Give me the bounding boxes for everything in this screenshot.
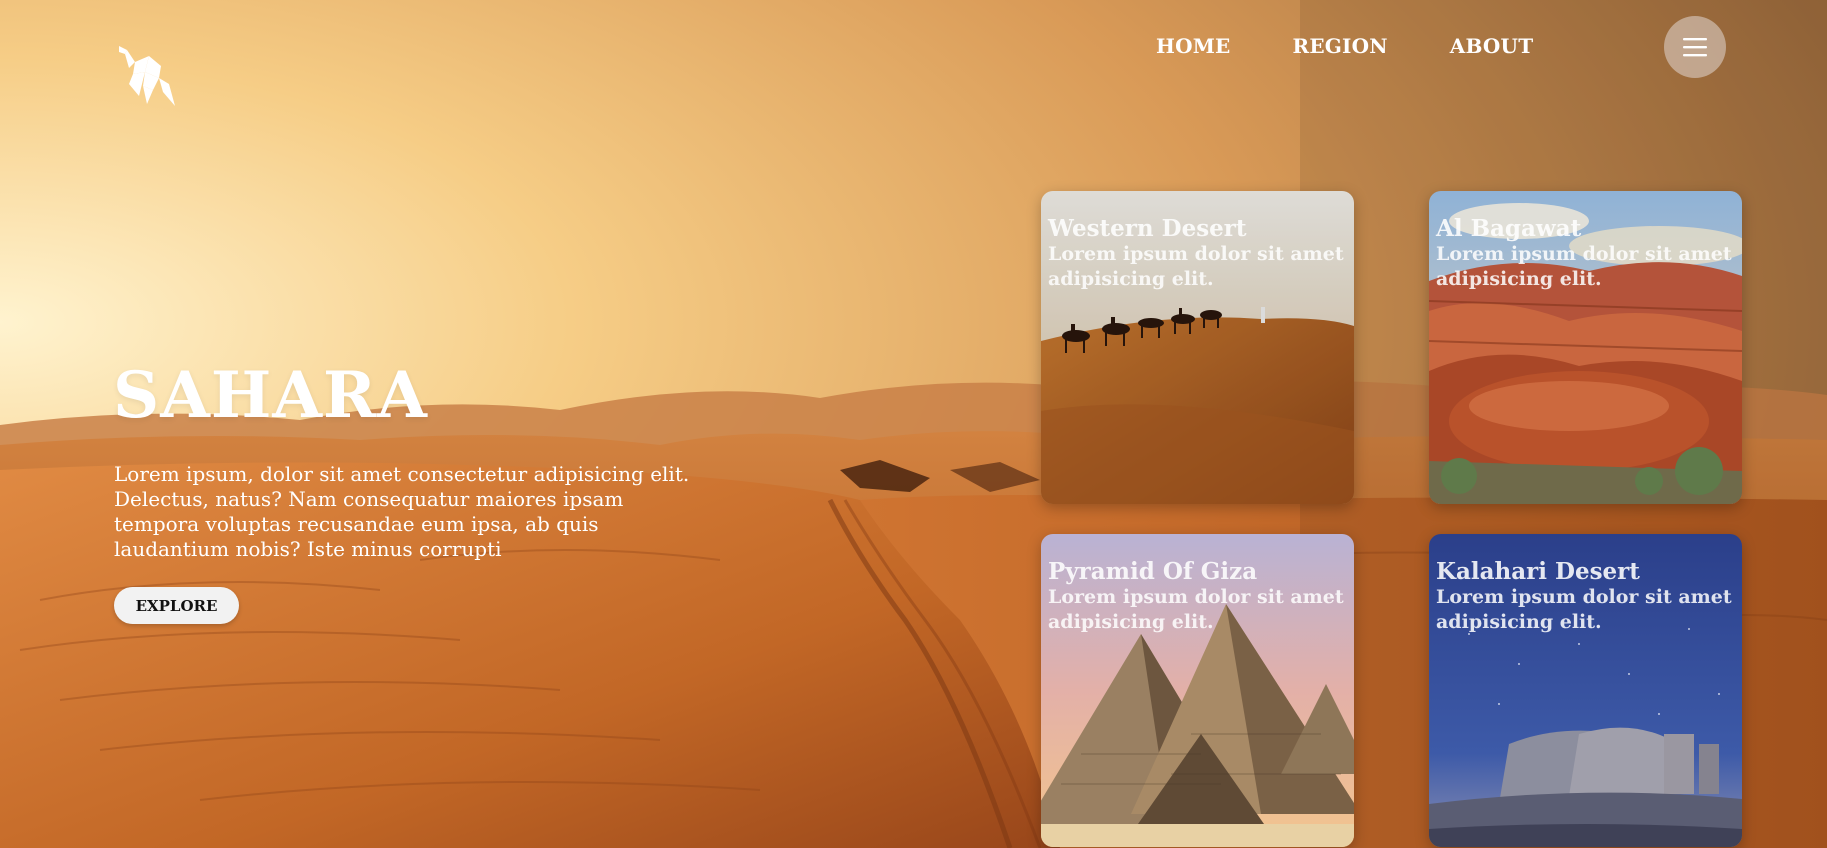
menu-button[interactable]: [1664, 16, 1726, 78]
card-description: Lorem ipsum dolor sit amet adipisicing e…: [1436, 243, 1732, 290]
card-text: Pyramid Of Giza Lorem ipsum dolor sit am…: [1048, 558, 1346, 635]
hero-description: Lorem ipsum, dolor sit amet consectetur …: [114, 462, 690, 561]
nav-region[interactable]: REGION: [1293, 34, 1388, 58]
card-description: Lorem ipsum dolor sit amet adipisicing e…: [1048, 243, 1344, 290]
nav-home[interactable]: HOME: [1156, 34, 1231, 58]
card-description: Lorem ipsum dolor sit amet adipisicing e…: [1048, 586, 1344, 633]
card-text: Kalahari Desert Lorem ipsum dolor sit am…: [1436, 558, 1734, 635]
card-kalahari-desert[interactable]: Kalahari Desert Lorem ipsum dolor sit am…: [1429, 534, 1742, 847]
card-pyramid-of-giza[interactable]: Pyramid Of Giza Lorem ipsum dolor sit am…: [1041, 534, 1354, 847]
main-nav: HOME REGION ABOUT: [1156, 34, 1533, 58]
card-title: Western Desert: [1048, 215, 1247, 242]
hero-title: SAHARA: [113, 358, 428, 433]
explore-button[interactable]: EXPLORE: [114, 587, 239, 624]
card-western-desert[interactable]: Western Desert Lorem ipsum dolor sit ame…: [1041, 191, 1354, 504]
camel-logo-icon[interactable]: [115, 44, 181, 110]
card-al-bagawat[interactable]: Al Bagawat Lorem ipsum dolor sit amet ad…: [1429, 191, 1742, 504]
card-title: Kalahari Desert: [1436, 558, 1640, 585]
hamburger-menu-icon: [1683, 38, 1707, 57]
card-title: Al Bagawat: [1436, 215, 1582, 242]
card-title: Pyramid Of Giza: [1048, 558, 1258, 585]
card-text: Al Bagawat Lorem ipsum dolor sit amet ad…: [1436, 215, 1734, 292]
card-description: Lorem ipsum dolor sit amet adipisicing e…: [1436, 586, 1732, 633]
card-text: Western Desert Lorem ipsum dolor sit ame…: [1048, 215, 1346, 292]
nav-about[interactable]: ABOUT: [1450, 34, 1534, 58]
